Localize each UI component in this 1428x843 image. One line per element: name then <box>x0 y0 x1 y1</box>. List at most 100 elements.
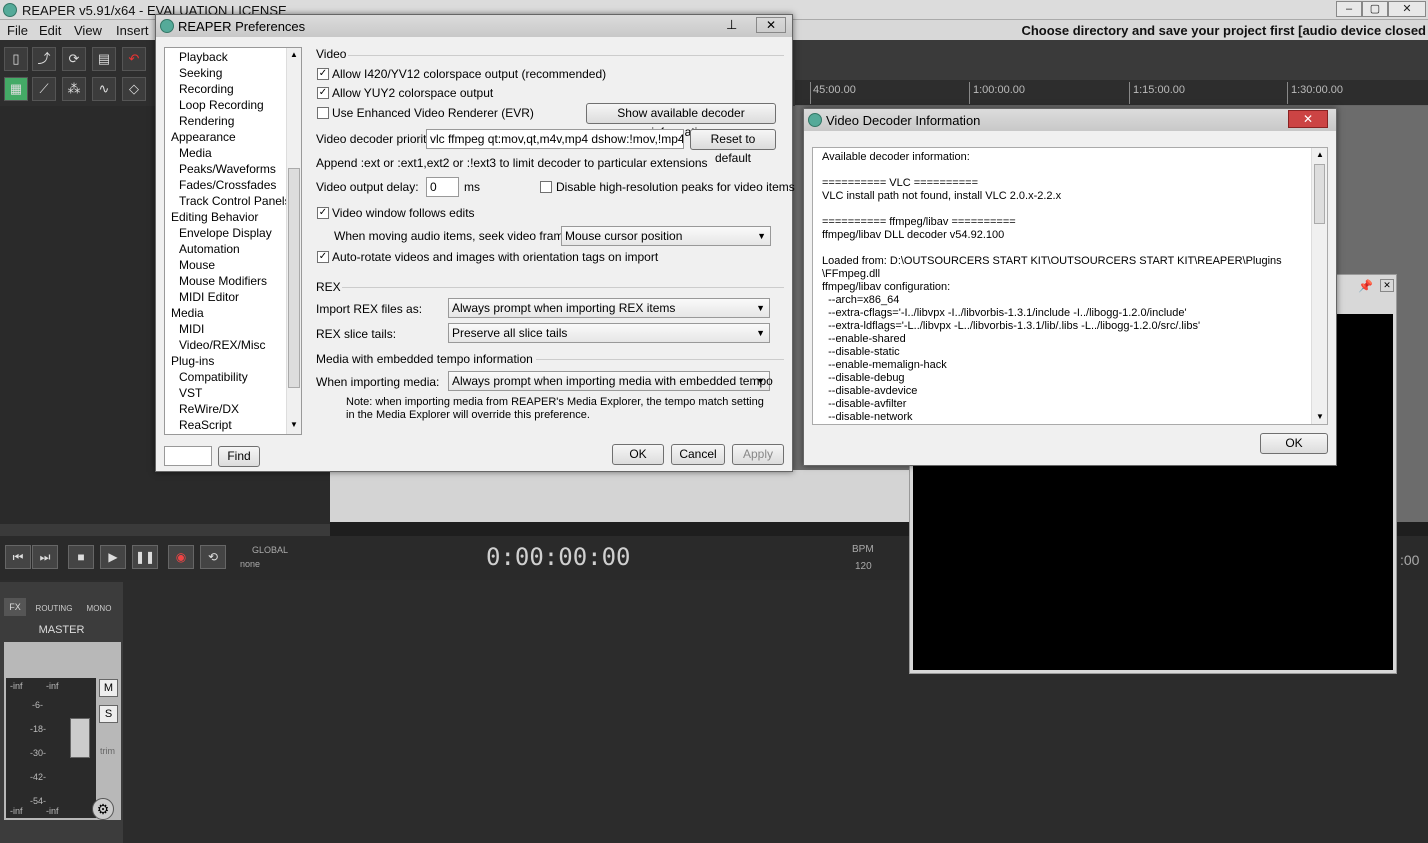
master-label: MASTER <box>38 624 85 636</box>
volume-fader-handle[interactable] <box>70 718 90 758</box>
tree-item[interactable]: Peaks/Waveforms <box>179 162 276 176</box>
tree-item[interactable]: Playback <box>179 50 228 64</box>
menu-edit[interactable]: Edit <box>39 23 61 38</box>
new-project-icon[interactable]: ▯ <box>4 47 28 71</box>
decoder-info-line: ffmpeg/libav configuration: <box>822 281 951 293</box>
maximize-icon[interactable]: ▢ <box>1362 1 1388 17</box>
decoder-info-line: --disable-avfilter <box>822 398 907 410</box>
preferences-close-icon[interactable]: ✕ <box>756 17 786 33</box>
save-project-icon[interactable]: ⟳ <box>62 47 86 71</box>
minimize-icon[interactable]: – <box>1336 1 1362 17</box>
bpm-label: BPM <box>852 544 874 555</box>
video-section-title: Video <box>316 47 347 61</box>
tree-item[interactable]: Editing Behavior <box>171 210 258 224</box>
solo-button[interactable]: S <box>99 705 118 723</box>
find-input[interactable] <box>164 446 212 466</box>
project-settings-icon[interactable]: ▤ <box>92 47 116 71</box>
tree-item[interactable]: Appearance <box>171 130 236 144</box>
importing-media-label: When importing media: <box>316 375 440 389</box>
i420-checkbox[interactable]: ✓ <box>317 68 329 80</box>
menu-file[interactable]: File <box>7 23 28 38</box>
append-note: Append :ext or :ext1,ext2 or :!ext3 to l… <box>316 156 708 170</box>
find-button[interactable]: Find <box>218 446 260 467</box>
decoder-info-line: --disable-debug <box>822 372 905 384</box>
tree-item[interactable]: MIDI Editor <box>179 290 239 304</box>
repeat-icon[interactable]: ⟲ <box>200 545 226 569</box>
autorotate-checkbox[interactable]: ✓ <box>317 251 329 263</box>
tree-item[interactable]: Media <box>171 306 204 320</box>
hires-peaks-checkbox[interactable] <box>540 181 552 193</box>
routing-button[interactable]: ROUTING <box>34 604 74 613</box>
media-explorer-note-line1: Note: when importing media from REAPER's… <box>346 396 764 408</box>
decoder-ok-button[interactable]: OK <box>1260 433 1328 454</box>
settings-gear-icon[interactable]: ⚙ <box>92 798 114 820</box>
output-delay-input[interactable]: 0 <box>426 177 459 197</box>
trim-label: trim <box>100 746 115 756</box>
tree-item[interactable]: MIDI <box>179 322 204 336</box>
close-icon[interactable]: ✕ <box>1388 1 1426 17</box>
right-time-readout: :00 <box>1400 552 1420 568</box>
rex-tails-select[interactable]: Preserve all slice tails ▼ <box>448 323 770 343</box>
tree-item[interactable]: Loop Recording <box>179 98 264 112</box>
seek-frame-select[interactable]: Mouse cursor position ▼ <box>561 226 771 246</box>
menu-view[interactable]: View <box>74 23 102 38</box>
meter-peak-left: -inf <box>10 681 23 691</box>
video-close-icon[interactable]: ✕ <box>1380 279 1394 292</box>
tree-item[interactable]: VST <box>179 386 202 400</box>
decoder-close-icon[interactable]: ✕ <box>1288 110 1328 128</box>
reset-to-default-button[interactable]: Reset to default <box>690 129 776 165</box>
snap-icon[interactable]: ⟋ <box>32 77 56 101</box>
tree-item[interactable]: Envelope Display <box>179 226 272 240</box>
menu-insert[interactable]: Insert <box>116 23 149 38</box>
decoder-priority-input[interactable]: vlc ffmpeg qt:mov,qt,m4v,mp4 dshow:!mov,… <box>426 129 684 149</box>
automation-mode-value[interactable]: none <box>240 559 260 569</box>
stop-icon[interactable]: ■ <box>68 545 94 569</box>
ok-button[interactable]: OK <box>612 444 664 465</box>
undo-icon[interactable]: ↶ <box>122 47 146 71</box>
fx-button[interactable]: FX <box>4 598 26 616</box>
i420-label: Allow I420/YV12 colorspace output (recom… <box>332 67 607 81</box>
tree-item[interactable]: Rendering <box>179 114 234 128</box>
tree-item[interactable]: Video/REX/Misc <box>179 338 265 352</box>
envelope-icon[interactable]: ∿ <box>92 77 116 101</box>
tree-item[interactable]: Plug-ins <box>171 354 214 368</box>
import-rex-select[interactable]: Always prompt when importing REX items ▼ <box>448 298 770 318</box>
ripple-icon[interactable]: ⁂ <box>62 77 86 101</box>
seek-frame-label: When moving audio items, seek video fram… <box>334 229 587 243</box>
tree-item[interactable]: Mouse <box>179 258 215 272</box>
tree-item[interactable]: Fades/Crossfades <box>179 178 276 192</box>
pause-icon[interactable]: ❚❚ <box>132 545 158 569</box>
tree-item[interactable]: Track Control Panels <box>179 194 291 208</box>
tree-item[interactable]: Media <box>179 146 212 160</box>
decoder-text-scrollbar[interactable]: ▲ ▼ <box>1311 148 1327 424</box>
tree-scrollbar[interactable]: ▲ ▼ <box>286 48 301 434</box>
pin-icon[interactable]: ⊥ <box>726 17 737 33</box>
importing-media-select[interactable]: Always prompt when importing media with … <box>448 371 773 391</box>
tree-item[interactable]: Compatibility <box>179 370 248 384</box>
go-to-start-icon[interactable]: ⏮ <box>5 545 31 569</box>
tree-item[interactable]: ReaScript <box>179 418 232 432</box>
evr-checkbox[interactable] <box>317 107 329 119</box>
yuy2-checkbox[interactable]: ✓ <box>317 87 329 99</box>
timeline-ruler[interactable]: 45:00.00 1:00:00.00 1:15:00.00 1:30:00.0… <box>795 80 1428 106</box>
tree-item[interactable]: Recording <box>179 82 234 96</box>
mute-button[interactable]: M <box>99 679 118 697</box>
pin-icon[interactable]: 📌 <box>1358 279 1373 293</box>
decoder-info-line: Loaded from: D:\OUTSOURCERS START KIT\OU… <box>822 255 1282 267</box>
tree-item[interactable]: ReWire/DX <box>179 402 239 416</box>
grid-icon[interactable]: ▦ <box>4 77 28 101</box>
tree-item[interactable]: Seeking <box>179 66 222 80</box>
go-to-end-icon[interactable]: ⏭ <box>32 545 58 569</box>
open-project-icon[interactable]: ⤴ <box>32 47 56 71</box>
show-decoder-info-button[interactable]: Show available decoder information <box>586 103 776 139</box>
mono-button[interactable]: MONO <box>82 604 116 613</box>
record-icon[interactable]: ◉ <box>168 545 194 569</box>
video-follows-edits-checkbox[interactable]: ✓ <box>317 207 329 219</box>
apply-button[interactable]: Apply <box>732 444 784 465</box>
lock-icon[interactable]: ◇ <box>122 77 146 101</box>
bpm-value[interactable]: 120 <box>855 561 872 572</box>
tree-item[interactable]: Mouse Modifiers <box>179 274 267 288</box>
tree-item[interactable]: Automation <box>179 242 240 256</box>
play-icon[interactable]: ▶ <box>100 545 126 569</box>
cancel-button[interactable]: Cancel <box>671 444 725 465</box>
